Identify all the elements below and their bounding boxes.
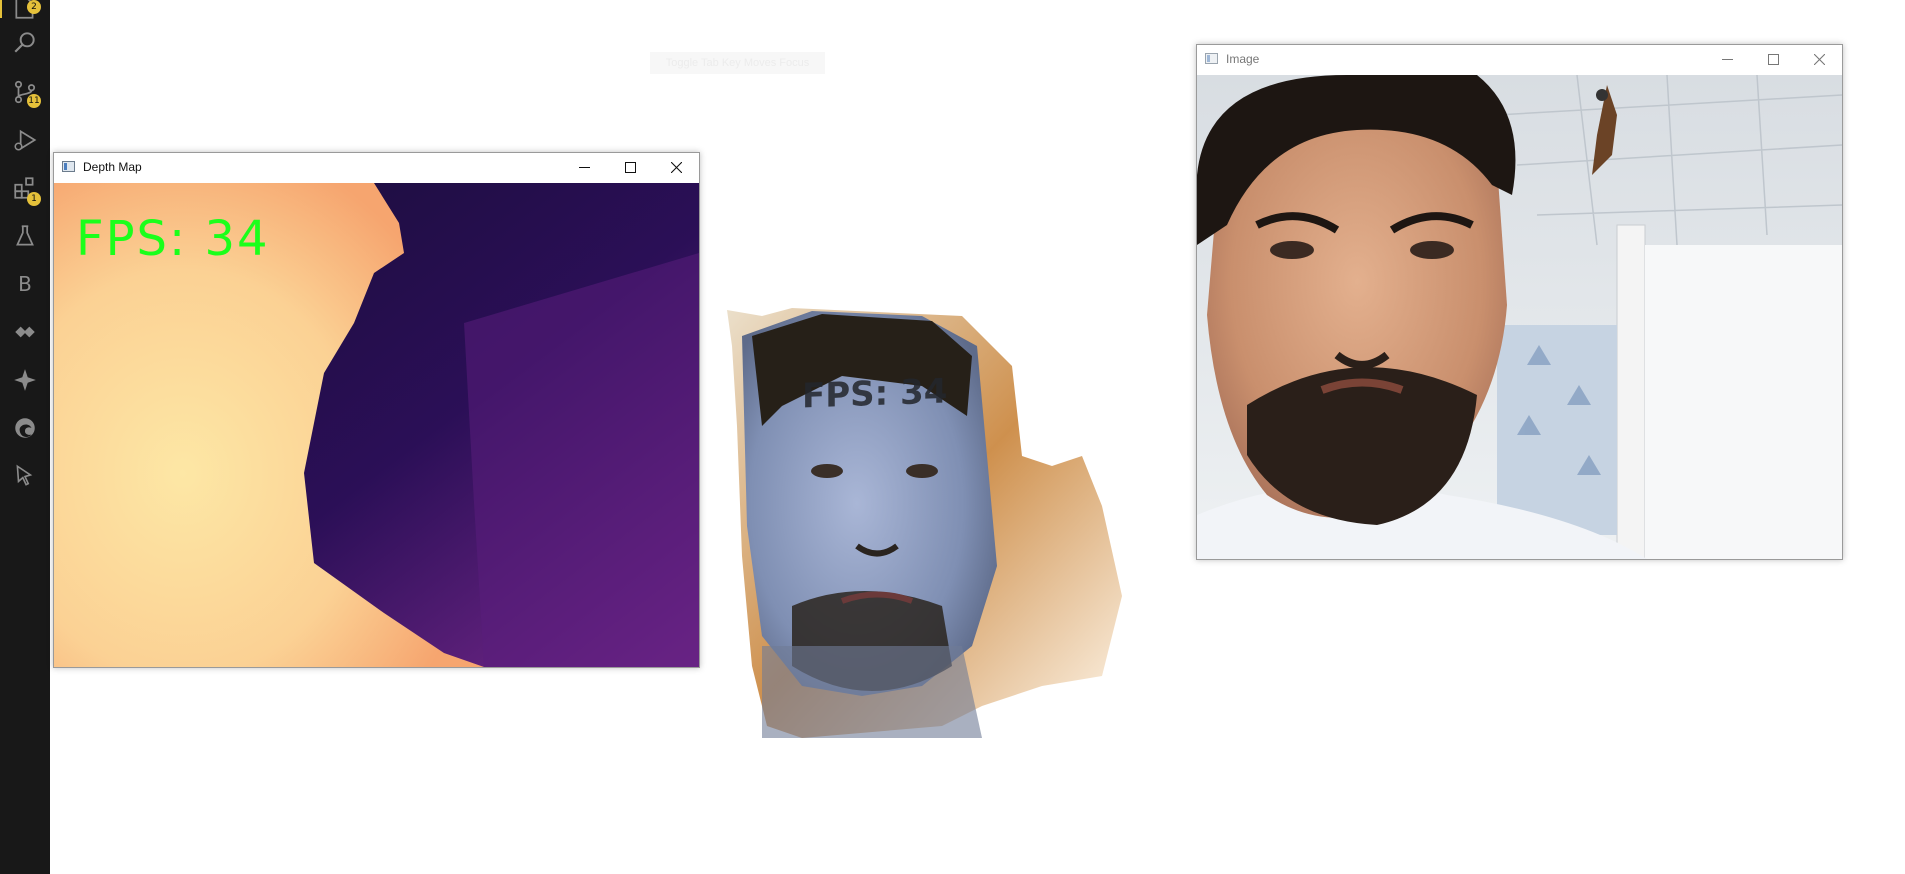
maximize-button[interactable] — [1750, 45, 1796, 74]
edge-devtools-button[interactable] — [0, 406, 50, 450]
remote-explorer-icon — [15, 326, 35, 338]
sparkle-icon — [14, 369, 36, 391]
search-button[interactable] — [0, 20, 50, 64]
source-control-button[interactable]: 11 — [0, 70, 50, 114]
window-title: Depth Map — [83, 160, 142, 174]
image-window[interactable]: Image — [1196, 44, 1843, 560]
run-debug-button[interactable] — [0, 118, 50, 162]
minimize-button[interactable] — [561, 153, 607, 182]
copilot-button[interactable] — [0, 358, 50, 402]
minimize-icon — [578, 167, 590, 168]
camera-frame-image — [1197, 75, 1842, 559]
faint-tooltip: Toggle Tab Key Moves Focus — [650, 52, 825, 74]
fps-overlay-label: FPS: 34 — [802, 371, 948, 417]
pointer-icon — [16, 464, 33, 486]
window-title: Image — [1226, 52, 1260, 66]
depth-map-canvas: FPS: 34 — [54, 183, 699, 667]
activity-bar: 2 11 1 B — [0, 0, 50, 874]
explorer-badge: 2 — [27, 0, 41, 14]
flask-icon — [16, 225, 34, 246]
maximize-button[interactable] — [607, 153, 653, 182]
b-extension-label: B — [18, 272, 32, 296]
close-icon — [670, 162, 682, 173]
close-icon — [1813, 54, 1825, 65]
window-app-icon — [1205, 53, 1218, 64]
close-button[interactable] — [1796, 45, 1842, 74]
depth-map-titlebar[interactable]: Depth Map — [54, 153, 699, 182]
fps-label: FPS: 34 — [76, 211, 270, 267]
point-cloud-view: FPS: 34 — [722, 306, 1152, 738]
maximize-icon — [1767, 54, 1779, 65]
close-button[interactable] — [653, 153, 699, 182]
camera-canvas — [1197, 75, 1842, 559]
testing-button[interactable] — [0, 214, 50, 258]
search-icon — [14, 32, 35, 53]
window-app-icon — [62, 161, 75, 172]
remote-button[interactable] — [0, 310, 50, 354]
depth-map-window[interactable]: Depth Map FPS: 34 — [53, 152, 700, 668]
image-titlebar[interactable]: Image — [1197, 45, 1842, 74]
minimize-icon — [1721, 59, 1733, 60]
cursor-tool-button[interactable] — [0, 454, 50, 498]
b-extension-button[interactable]: B — [0, 262, 50, 306]
minimize-button[interactable] — [1704, 45, 1750, 74]
source-control-badge: 11 — [27, 94, 41, 108]
extensions-badge: 1 — [27, 192, 41, 206]
run-debug-icon — [14, 129, 37, 151]
edge-icon — [15, 418, 35, 438]
maximize-icon — [624, 162, 636, 173]
extensions-button[interactable]: 1 — [0, 166, 50, 210]
